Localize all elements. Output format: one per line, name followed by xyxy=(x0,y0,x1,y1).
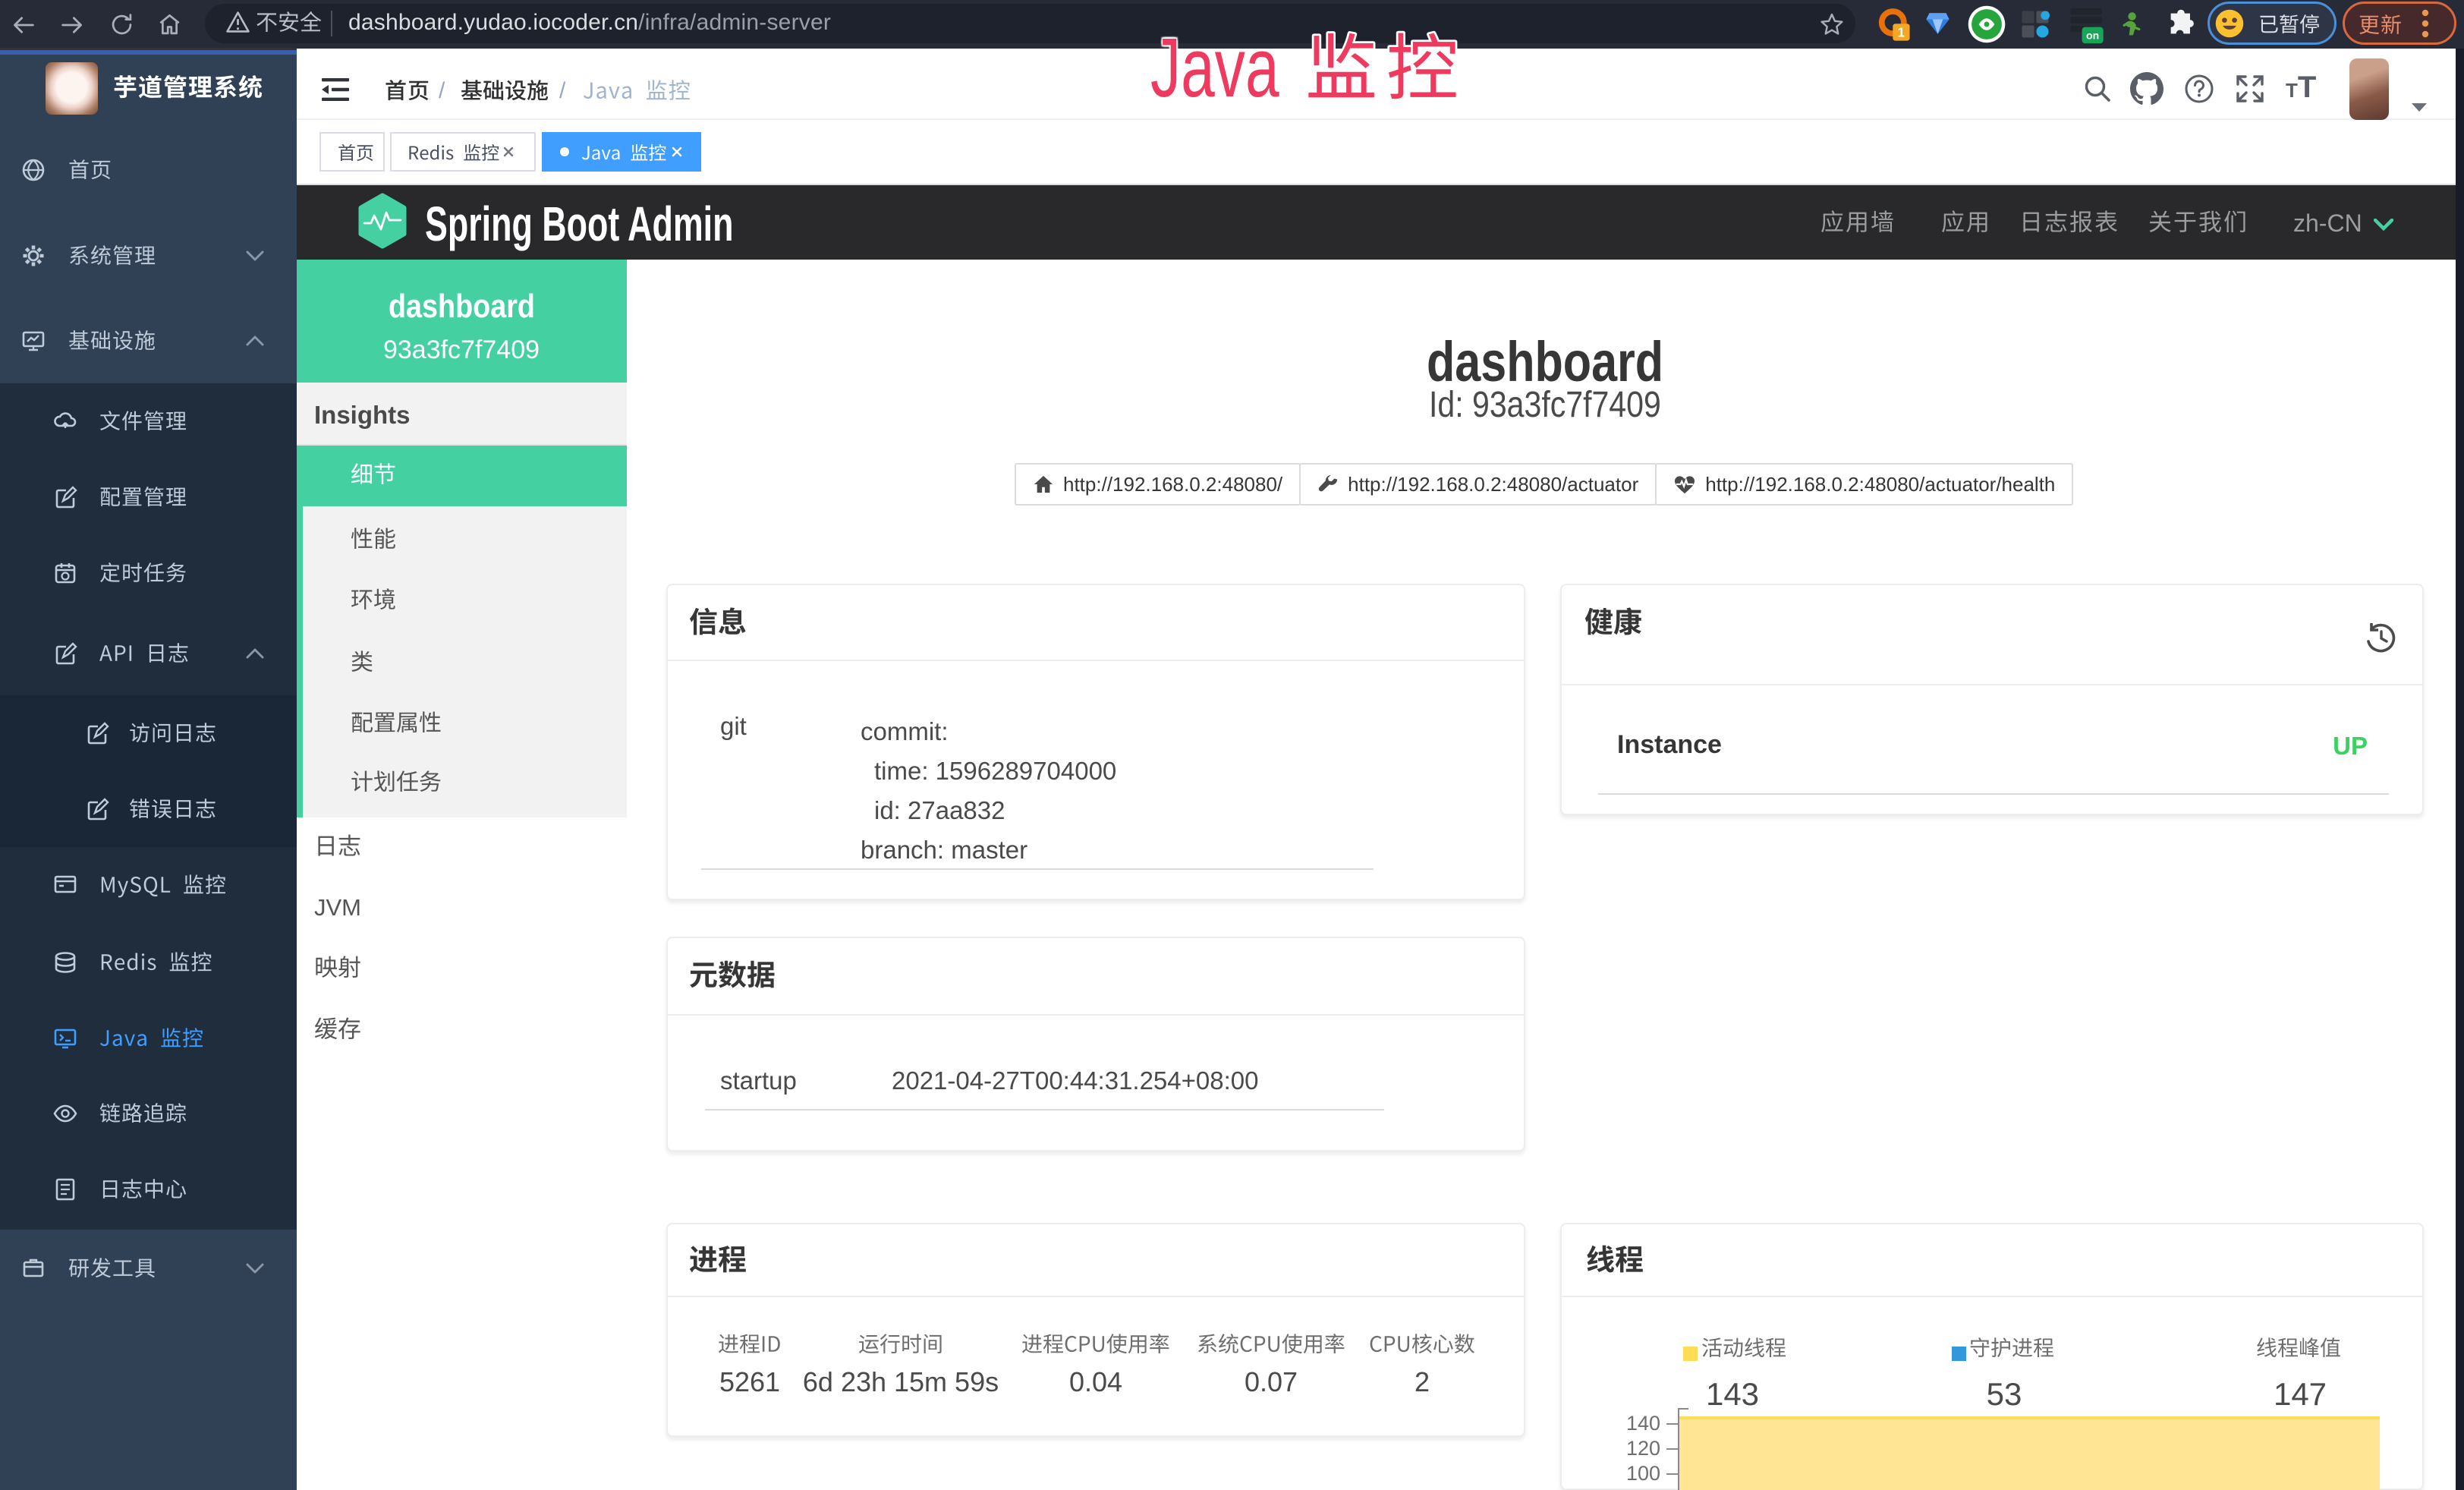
svg-text:1: 1 xyxy=(1898,24,1905,39)
svg-text:on: on xyxy=(2086,29,2099,41)
